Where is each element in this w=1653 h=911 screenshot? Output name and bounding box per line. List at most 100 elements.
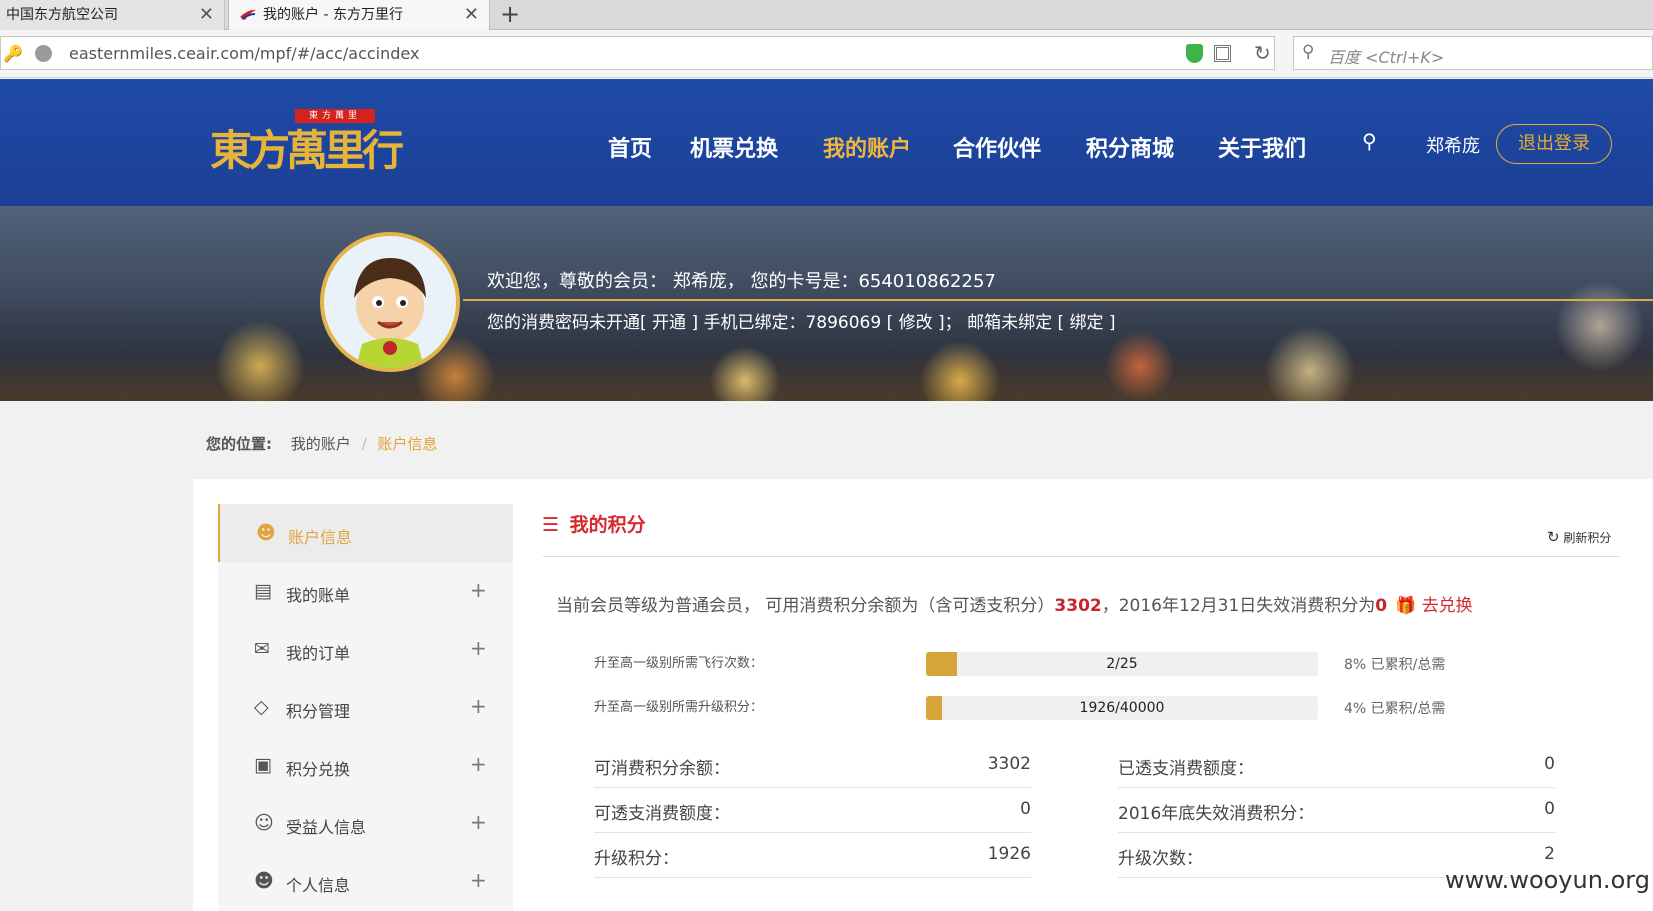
stat-row: 2016年底失效消费积分： 0 xyxy=(1118,789,1555,833)
wallet-icon: ▤ xyxy=(254,580,272,602)
gift-icon: 🎁 xyxy=(1395,596,1417,616)
stat-value: 0 xyxy=(1020,799,1031,819)
summary-balance: 3302 xyxy=(1054,596,1102,616)
redeem-link[interactable]: 去兑换 xyxy=(1422,596,1473,616)
stat-key: 升级积分： xyxy=(594,849,679,869)
sidebar-item-label: 个人信息 xyxy=(286,876,351,895)
sidebar-item-my-orders[interactable]: ✉ 我的订单 + xyxy=(218,620,513,678)
cartoon-avatar-icon xyxy=(354,258,426,368)
progress-percent-flights: 8% 已累积/总需 xyxy=(1344,657,1446,673)
expand-plus-icon[interactable]: + xyxy=(470,810,487,834)
inbox-icon: ▣ xyxy=(254,754,272,776)
stat-value: 0 xyxy=(1544,754,1555,774)
stat-row: 可透支消费额度： 0 xyxy=(594,789,1031,833)
stat-key: 可消费积分余额： xyxy=(594,759,730,779)
welcome-text: 欢迎您，尊敬的会员： 郑希庞， 您的卡号是：654010862257 xyxy=(487,271,996,292)
sidebar-item-my-bills[interactable]: ▤ 我的账单 + xyxy=(218,562,513,620)
close-icon[interactable]: ✕ xyxy=(464,0,479,30)
sidebar-item-label: 受益人信息 xyxy=(286,818,367,837)
stat-value: 3302 xyxy=(987,754,1031,774)
nav-points-mall[interactable]: 积分商城 xyxy=(1086,131,1174,163)
progress-label-upgrade-points: 升至高一级别所需升级积分： xyxy=(594,700,764,715)
browser-search-input[interactable]: ⚲ 百度 <Ctrl+K> xyxy=(1293,36,1653,70)
progress-bar-flights: 2/25 xyxy=(926,652,1318,676)
browser-tab-bar: 中国东方航空公司 ✕ 我的账户 - 东方万里行 ✕ + xyxy=(0,0,1653,30)
globe-icon xyxy=(35,45,52,62)
stat-row: 已透支消费额度： 0 xyxy=(1118,744,1555,788)
watermark-text: www.wooyun.org xyxy=(1445,866,1650,894)
key-icon: 🔑 xyxy=(3,44,23,63)
users-icon: ☺ xyxy=(254,812,274,834)
sidebar-item-points-manage[interactable]: ◇ 积分管理 + xyxy=(218,678,513,736)
stat-value: 2 xyxy=(1544,844,1555,864)
qr-code-icon[interactable] xyxy=(1214,45,1231,62)
sidebar-item-label: 账户信息 xyxy=(288,528,353,547)
points-title-text: 我的积分 xyxy=(569,514,646,536)
points-section-title: ☰ 我的积分 xyxy=(542,510,646,537)
stat-key: 升级次数： xyxy=(1118,849,1203,869)
breadcrumb-separator: / xyxy=(361,435,367,453)
expand-plus-icon[interactable]: + xyxy=(470,868,487,892)
logout-button[interactable]: 退出登录 xyxy=(1496,124,1612,164)
envelope-open-icon: ✉ xyxy=(254,638,270,660)
shield-icon[interactable] xyxy=(1186,44,1203,63)
site-header: 東方萬里 東方萬里行 首页 机票兑换 我的账户 合作伙伴 积分商城 关于我们 ⚲… xyxy=(0,79,1653,206)
stat-key: 2016年底失效消费积分： xyxy=(1118,804,1315,824)
nav-my-account[interactable]: 我的账户 xyxy=(823,131,911,163)
search-icon[interactable]: ⚲ xyxy=(1362,129,1377,153)
avatar[interactable] xyxy=(320,232,460,372)
tab-title: 我的账户 - 东方万里行 xyxy=(263,7,403,23)
expand-plus-icon[interactable]: + xyxy=(470,578,487,602)
sidebar-item-points-redeem[interactable]: ▣ 积分兑换 + xyxy=(218,736,513,794)
sidebar-item-label: 我的账单 xyxy=(286,586,351,605)
refresh-icon: ↻ xyxy=(1547,528,1560,546)
summary-mid: ，2016年12月31日失效消费积分为 xyxy=(1101,596,1376,616)
expand-plus-icon[interactable]: + xyxy=(470,694,487,718)
breadcrumb-item-my-account[interactable]: 我的账户 xyxy=(291,435,351,453)
stat-row: 可消费积分余额： 3302 xyxy=(594,744,1031,788)
sidebar-item-account-info[interactable]: ☻ 账户信息 xyxy=(218,504,513,562)
browser-tab-ceair[interactable]: 中国东方航空公司 ✕ xyxy=(0,0,225,30)
nav-partners[interactable]: 合作伙伴 xyxy=(953,131,1041,163)
nav-home[interactable]: 首页 xyxy=(608,131,652,163)
reload-icon[interactable]: ↻ xyxy=(1254,41,1271,65)
sidebar-item-personal-info[interactable]: ☻ 个人信息 + xyxy=(218,852,513,910)
stat-value: 0 xyxy=(1544,799,1555,819)
summary-expiring: 0 xyxy=(1375,596,1388,616)
tab-title: 中国东方航空公司 xyxy=(6,7,118,23)
account-sidebar: ☻ 账户信息 ▤ 我的账单 + ✉ 我的订单 + ◇ 积分管理 + ▣ 积分兑换… xyxy=(218,504,513,911)
sidebar-item-label: 积分兑换 xyxy=(286,760,351,779)
sidebar-item-beneficiary[interactable]: ☺ 受益人信息 + xyxy=(218,794,513,852)
welcome-banner: 欢迎您，尊敬的会员： 郑希庞， 您的卡号是：654010862257 您的消费密… xyxy=(0,206,1653,401)
stat-row: 升级积分： 1926 xyxy=(594,834,1031,878)
browser-tab-account[interactable]: 我的账户 - 东方万里行 ✕ xyxy=(228,0,490,30)
progress-text: 2/25 xyxy=(1106,656,1138,672)
sidebar-item-label: 积分管理 xyxy=(286,702,351,721)
breadcrumb-label: 您的位置: xyxy=(206,435,272,453)
url-field[interactable]: 🔑 easternmiles.ceair.com/mpf/#/acc/accin… xyxy=(0,36,1275,70)
url-text[interactable]: easternmiles.ceair.com/mpf/#/acc/accinde… xyxy=(69,44,419,63)
summary-prefix: 当前会员等级为普通会员， 可用消费积分余额为（含可透支积分） xyxy=(556,596,1055,616)
header-username[interactable]: 郑希庞 xyxy=(1426,132,1480,158)
address-bar: 🔑 easternmiles.ceair.com/mpf/#/acc/accin… xyxy=(0,30,1653,78)
close-icon[interactable]: ✕ xyxy=(199,0,214,30)
eastern-airlines-favicon-icon xyxy=(240,9,256,20)
layers-icon: ☰ xyxy=(542,514,560,536)
progress-percent-upgrade-points: 4% 已累积/总需 xyxy=(1344,701,1446,717)
refresh-label: 刷新积分 xyxy=(1563,531,1612,545)
stat-key: 可透支消费额度： xyxy=(594,804,730,824)
site-logo[interactable]: 東方萬里 東方萬里行 xyxy=(210,109,420,175)
breadcrumb-item-account-info: 账户信息 xyxy=(377,435,438,453)
progress-text: 1926/40000 xyxy=(1079,700,1165,716)
expand-plus-icon[interactable]: + xyxy=(470,636,487,660)
points-summary: 当前会员等级为普通会员， 可用消费积分余额为（含可透支积分）3302，2016年… xyxy=(556,591,1473,616)
search-icon: ⚲ xyxy=(1302,42,1315,62)
stat-value: 1926 xyxy=(987,844,1031,864)
progress-label-flights: 升至高一级别所需飞行次数： xyxy=(594,656,764,671)
expand-plus-icon[interactable]: + xyxy=(470,752,487,776)
refresh-points-button[interactable]: ↻ 刷新积分 xyxy=(1547,528,1611,546)
diamond-icon: ◇ xyxy=(254,696,269,718)
nav-ticket-redeem[interactable]: 机票兑换 xyxy=(690,131,778,163)
new-tab-icon[interactable]: + xyxy=(500,0,520,28)
nav-about-us[interactable]: 关于我们 xyxy=(1218,131,1306,163)
